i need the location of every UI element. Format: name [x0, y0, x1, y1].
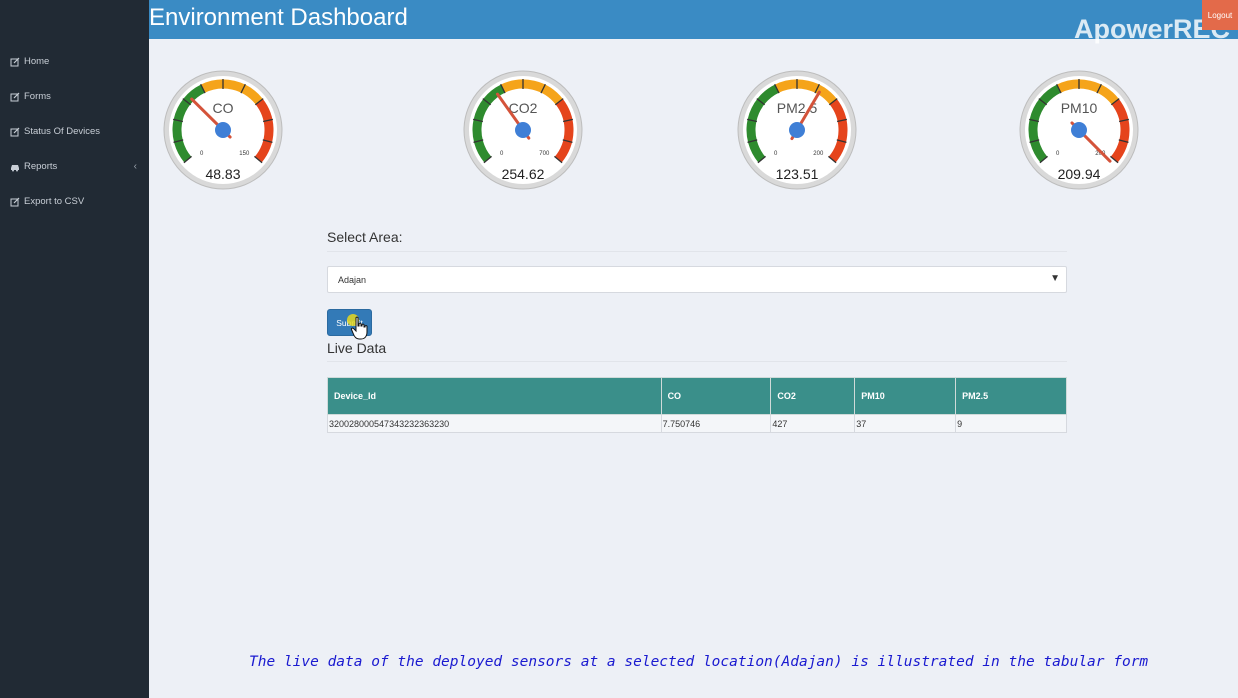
gauge-dial: PM2.50 200123.51: [737, 70, 857, 190]
gauge-pm10: PM10 0 200 209.94: [1019, 56, 1139, 204]
edit-icon: [10, 127, 20, 137]
column-header[interactable]: PM2.5: [955, 377, 1067, 415]
hand-cursor-icon: [350, 316, 368, 340]
gauge-hub: [215, 122, 231, 138]
sidebar-item-label: Home: [24, 56, 50, 67]
caption: The live data of the deployed sensors at…: [249, 654, 1149, 670]
table-row: 320028000547343232363230 7.750746 427 37…: [327, 414, 1067, 433]
gauge-hub: [1071, 122, 1087, 138]
area-select[interactable]: Adajan ▼: [327, 266, 1067, 293]
sidebar: Home Forms Status Of Devices Reports ‹ E…: [0, 0, 149, 698]
gauge-hub: [515, 122, 531, 138]
divider: [327, 361, 1067, 362]
gauge-dial: CO20 700254.62: [463, 70, 583, 190]
gauge-label: PM10: [1061, 100, 1098, 116]
sidebar-item-label: Forms: [24, 91, 51, 102]
gauge-value: 123.51: [776, 166, 819, 182]
logout-button[interactable]: Logout: [1202, 0, 1238, 30]
column-header[interactable]: Device_Id: [327, 377, 662, 415]
edit-icon: [10, 197, 20, 207]
gauge-value: 209.94: [1058, 166, 1101, 182]
sidebar-item-forms[interactable]: Forms: [0, 79, 149, 114]
sidebar-item-label: Export to CSV: [24, 196, 85, 207]
edit-icon: [10, 92, 20, 102]
caret-down-icon: ▼: [1050, 273, 1060, 284]
car-icon: [10, 162, 20, 172]
gauge-label: CO: [213, 100, 234, 116]
gauge-value: 48.83: [205, 166, 240, 182]
live-data-title: Live Data: [327, 340, 387, 356]
live-data-table: Device_Id CO CO2 PM10 PM2.5 320028000547…: [327, 377, 1067, 433]
table-cell: 37: [854, 414, 957, 433]
gauge-dial: PM100 200209.94: [1019, 70, 1139, 190]
table-cell: 427: [770, 414, 856, 433]
gauge-value: 254.62: [502, 166, 545, 182]
gauge-max-label: 200: [813, 151, 824, 157]
gauge-hub: [789, 122, 805, 138]
sidebar-item-export-csv[interactable]: Export to CSV: [0, 184, 149, 219]
select-area-label: Select Area:: [327, 229, 403, 245]
table-cell: 320028000547343232363230: [327, 414, 662, 433]
gauge-pm25: PM2.5 0 200 123.51: [737, 56, 857, 204]
sidebar-item-label: Status Of Devices: [24, 126, 101, 137]
divider: [327, 251, 1067, 252]
table-cell: 7.750746: [660, 414, 772, 433]
sidebar-item-label: Reports: [24, 161, 58, 172]
sidebar-item-status-of-devices[interactable]: Status Of Devices: [0, 114, 149, 149]
sidebar-item-home[interactable]: Home: [0, 44, 149, 79]
gauge-max-label: 700: [539, 151, 550, 157]
column-header[interactable]: PM10: [854, 377, 957, 415]
table-header-row: Device_Id CO CO2 PM10 PM2.5: [327, 377, 1067, 415]
gauge-co2: CO2 0 700 254.62: [463, 56, 583, 204]
gauge-dial: CO0 15048.83: [163, 70, 283, 190]
chevron-left-icon[interactable]: ‹: [134, 161, 137, 172]
area-select-value: Adajan: [338, 274, 367, 285]
table-cell: 9: [955, 414, 1067, 433]
column-header[interactable]: CO2: [770, 377, 856, 415]
gauge-co: CO 0 150 48.83: [163, 56, 283, 204]
gauge-max-label: 150: [239, 151, 250, 157]
column-header[interactable]: CO: [660, 377, 772, 415]
edit-icon: [10, 57, 20, 67]
page-title: Environment Dashboard: [149, 4, 408, 31]
sidebar-nav: Home Forms Status Of Devices Reports ‹ E…: [0, 0, 149, 219]
header-bar: Environment Dashboard ApowerREC Logout: [149, 0, 1238, 44]
sidebar-item-reports[interactable]: Reports ‹: [0, 149, 149, 184]
